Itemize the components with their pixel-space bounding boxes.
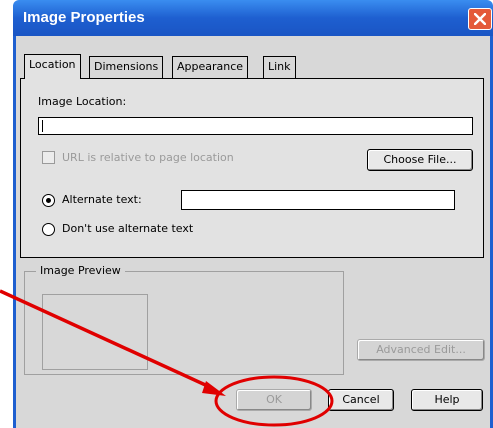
annotation-arrow-line [0, 289, 213, 390]
tab-location[interactable]: Location [24, 54, 81, 79]
annotation-ellipse [214, 375, 334, 427]
